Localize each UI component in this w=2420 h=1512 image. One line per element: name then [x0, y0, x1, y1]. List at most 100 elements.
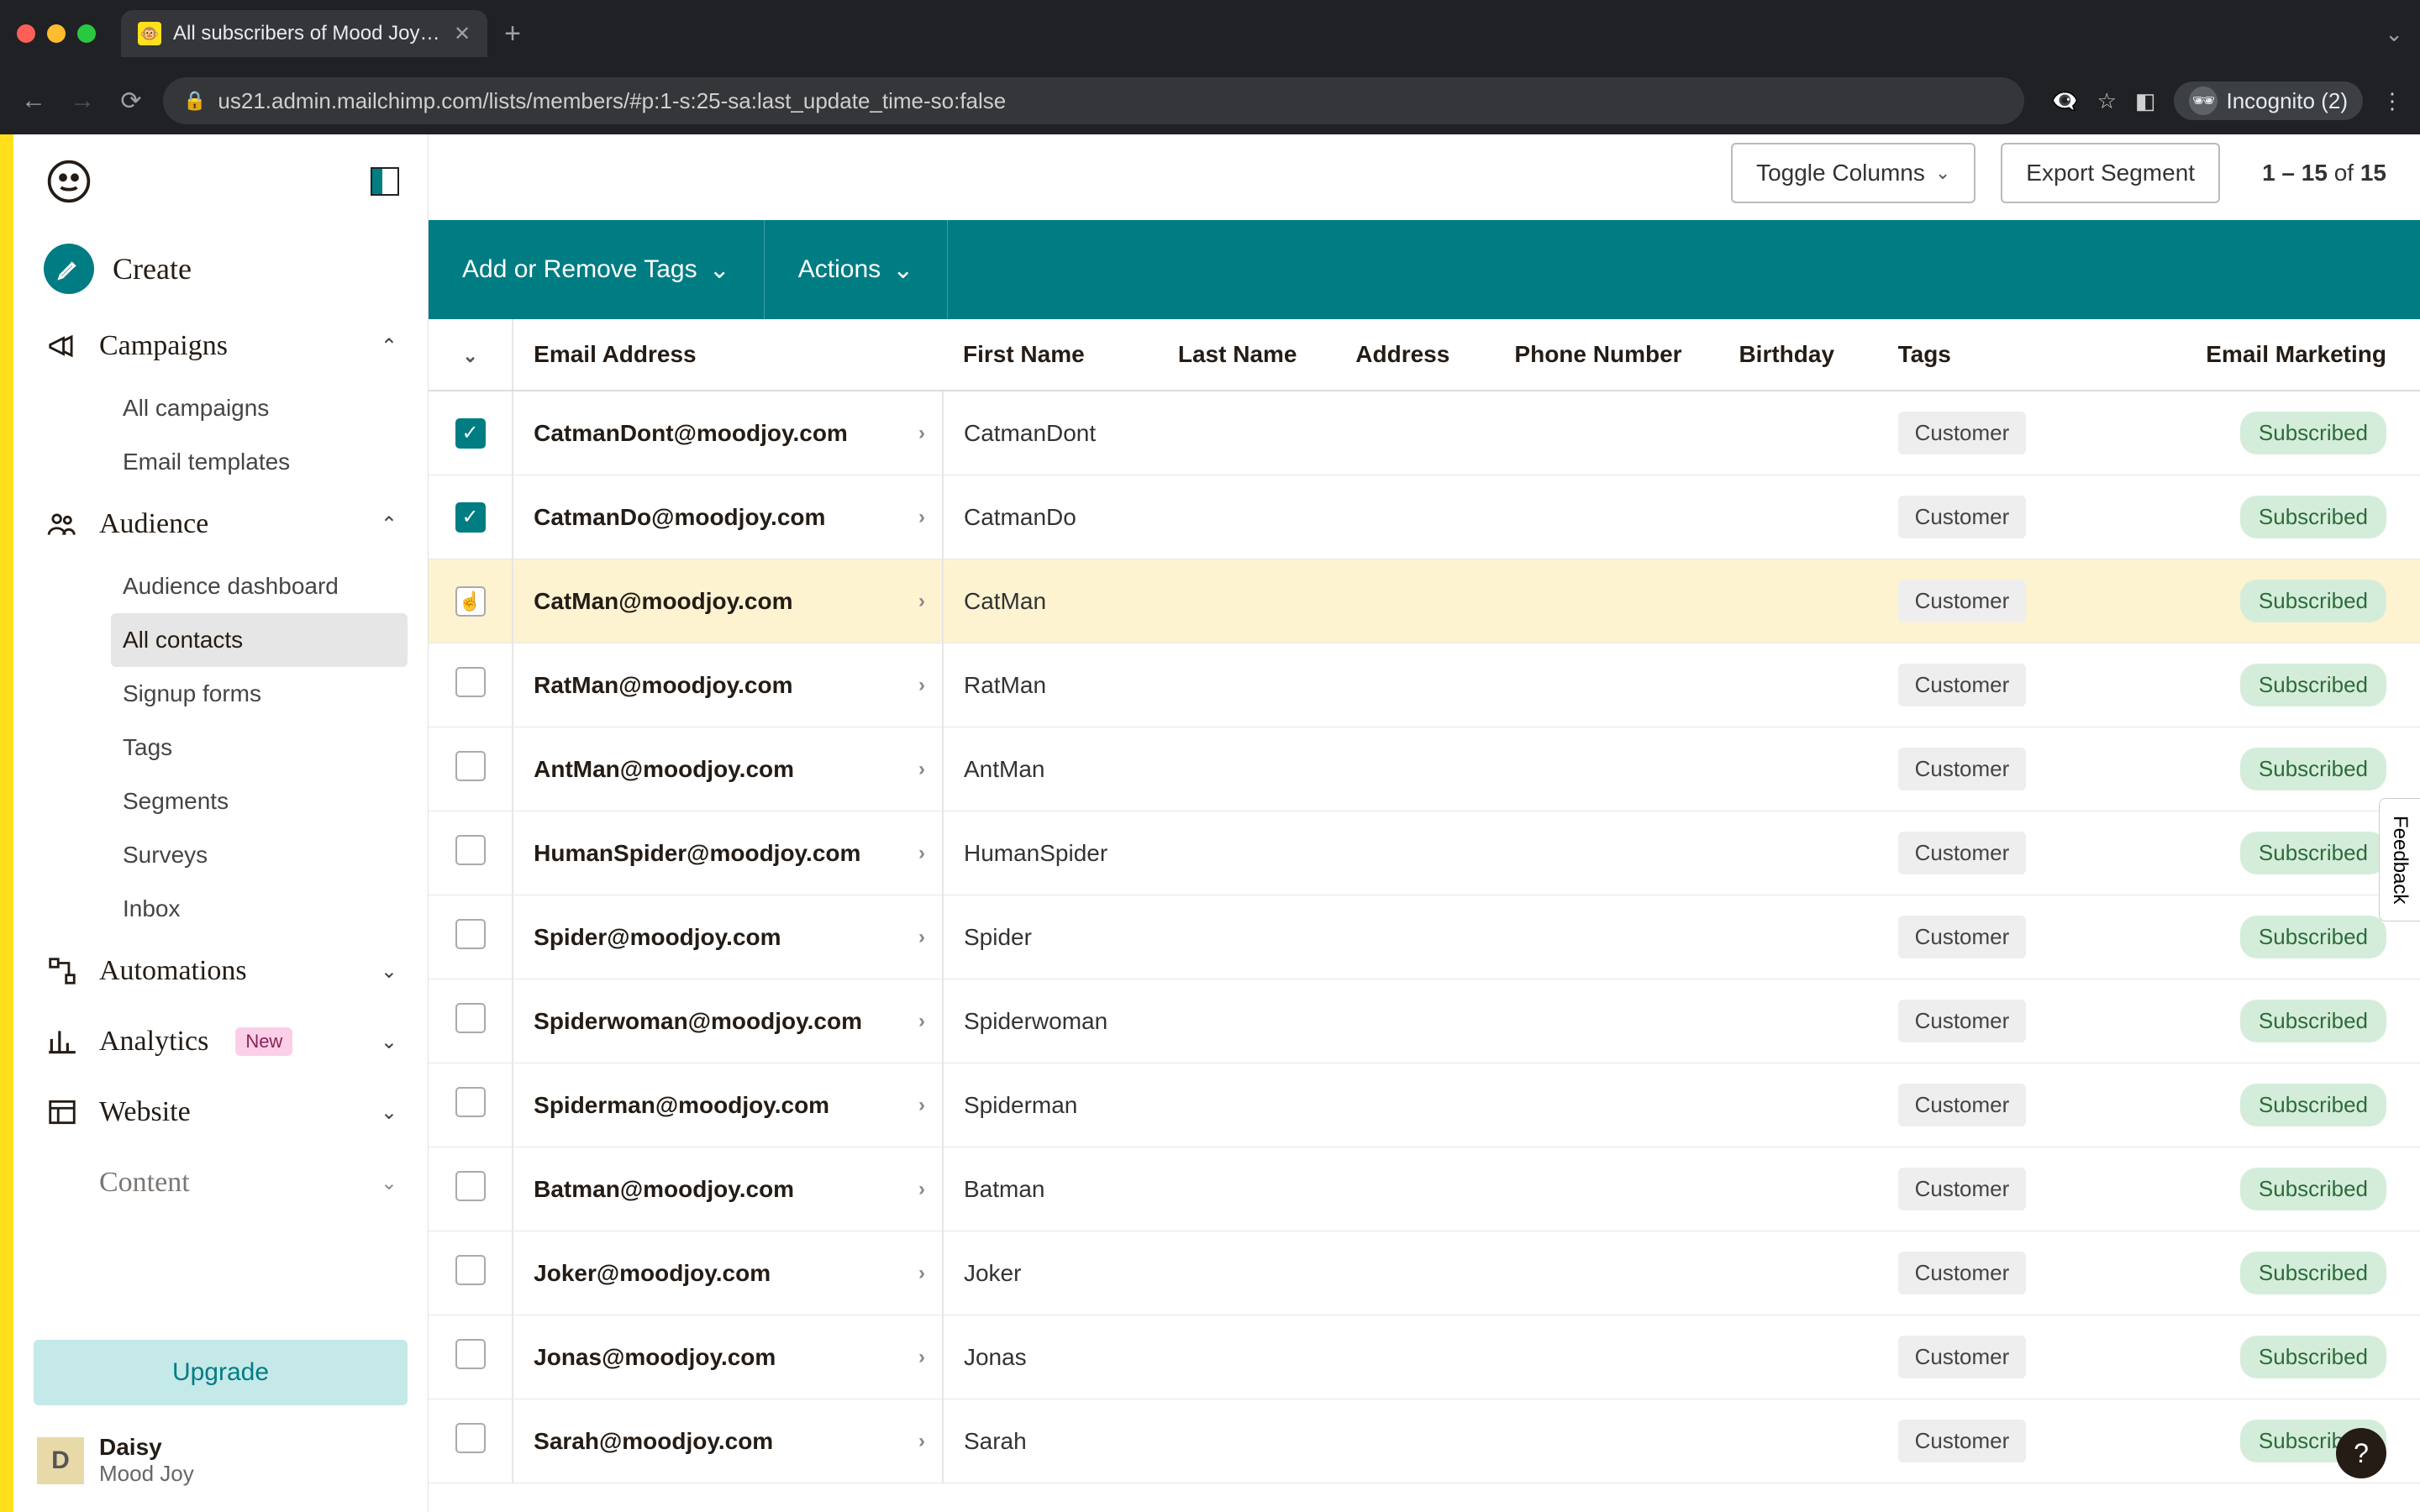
tag-pill[interactable]: Customer — [1898, 832, 2027, 874]
cell-email[interactable]: AntMan@moodjoy.com› — [513, 727, 943, 811]
row-checkbox[interactable] — [455, 919, 486, 949]
kebab-menu-icon[interactable]: ⋮ — [2381, 88, 2403, 114]
subnav-email-templates[interactable]: Email templates — [111, 435, 408, 489]
reload-icon[interactable]: ⟳ — [114, 87, 148, 116]
add-remove-tags-button[interactable]: Add or Remove Tags ⌄ — [429, 220, 765, 319]
table-row[interactable]: Jonas@moodjoy.com›JonasCustomerSubscribe… — [429, 1315, 2420, 1399]
row-checkbox[interactable] — [455, 1423, 486, 1453]
close-tab-icon[interactable]: ✕ — [454, 22, 471, 46]
toggle-columns-button[interactable]: Toggle Columns ⌄ — [1731, 143, 1975, 203]
subnav-all-contacts[interactable]: All contacts — [111, 613, 408, 667]
subnav-segments[interactable]: Segments — [111, 774, 408, 828]
row-checkbox[interactable]: ✓ — [455, 418, 486, 449]
url-field[interactable]: 🔒 us21.admin.mailchimp.com/lists/members… — [163, 77, 2024, 124]
help-button[interactable]: ? — [2336, 1428, 2386, 1478]
cell-email[interactable]: HumanSpider@moodjoy.com› — [513, 811, 943, 895]
col-tags[interactable]: Tags — [1878, 319, 2159, 391]
subnav-all-campaigns[interactable]: All campaigns — [111, 381, 408, 435]
cell-email[interactable]: Jonas@moodjoy.com› — [513, 1315, 943, 1399]
row-checkbox[interactable]: ☝ — [455, 586, 486, 617]
maximize-window-icon[interactable] — [77, 24, 96, 43]
col-last-name[interactable]: Last Name — [1158, 319, 1335, 391]
row-checkbox[interactable] — [455, 1171, 486, 1201]
row-checkbox[interactable] — [455, 1255, 486, 1285]
nav-audience[interactable]: Audience ⌃ — [34, 489, 408, 559]
back-icon[interactable]: ← — [17, 87, 50, 115]
select-all-header[interactable]: ⌄ — [429, 319, 513, 391]
tag-pill[interactable]: Customer — [1898, 1336, 2027, 1378]
subnav-surveys[interactable]: Surveys — [111, 828, 408, 882]
table-row[interactable]: HumanSpider@moodjoy.com›HumanSpiderCusto… — [429, 811, 2420, 895]
row-checkbox[interactable] — [455, 751, 486, 781]
cell-email[interactable]: CatMan@moodjoy.com› — [513, 559, 943, 643]
subnav-tags[interactable]: Tags — [111, 721, 408, 774]
row-checkbox[interactable] — [455, 667, 486, 697]
close-window-icon[interactable] — [17, 24, 35, 43]
tag-pill[interactable]: Customer — [1898, 748, 2027, 790]
table-row[interactable]: Spiderman@moodjoy.com›SpidermanCustomerS… — [429, 1063, 2420, 1147]
col-address[interactable]: Address — [1335, 319, 1494, 391]
tag-pill[interactable]: Customer — [1898, 916, 2027, 958]
tag-pill[interactable]: Customer — [1898, 580, 2027, 622]
subnav-signup-forms[interactable]: Signup forms — [111, 667, 408, 721]
table-row[interactable]: Joker@moodjoy.com›JokerCustomerSubscribe… — [429, 1231, 2420, 1315]
tabs-dropdown-icon[interactable]: ⌄ — [2385, 21, 2403, 47]
table-row[interactable]: Spiderwoman@moodjoy.com›SpiderwomanCusto… — [429, 979, 2420, 1063]
star-icon[interactable]: ☆ — [2097, 88, 2117, 114]
tag-pill[interactable]: Customer — [1898, 664, 2027, 706]
cell-email[interactable]: Spiderman@moodjoy.com› — [513, 1063, 943, 1147]
collapse-sidebar-icon[interactable] — [371, 167, 399, 196]
col-phone[interactable]: Phone Number — [1494, 319, 1718, 391]
table-row[interactable]: AntMan@moodjoy.com›AntManCustomerSubscri… — [429, 727, 2420, 811]
cell-email[interactable]: Batman@moodjoy.com› — [513, 1147, 943, 1231]
cell-email[interactable]: Spiderwoman@moodjoy.com› — [513, 979, 943, 1063]
cell-email[interactable]: RatMan@moodjoy.com› — [513, 643, 943, 727]
forward-icon[interactable]: → — [66, 87, 99, 115]
table-row[interactable]: Spider@moodjoy.com›SpiderCustomerSubscri… — [429, 895, 2420, 979]
col-email-marketing[interactable]: Email Marketing — [2158, 319, 2420, 391]
tag-pill[interactable]: Customer — [1898, 1252, 2027, 1294]
table-row[interactable]: Batman@moodjoy.com›BatmanCustomerSubscri… — [429, 1147, 2420, 1231]
cell-email[interactable]: Joker@moodjoy.com› — [513, 1231, 943, 1315]
table-row[interactable]: RatMan@moodjoy.com›RatManCustomerSubscri… — [429, 643, 2420, 727]
create-button[interactable]: Create — [34, 227, 408, 311]
table-row[interactable]: ✓CatmanDont@moodjoy.com›CatmanDontCustom… — [429, 391, 2420, 475]
nav-analytics[interactable]: Analytics New ⌄ — [34, 1006, 408, 1077]
nav-automations[interactable]: Automations ⌄ — [34, 936, 408, 1006]
mailchimp-logo-icon[interactable] — [42, 155, 96, 208]
tag-pill[interactable]: Customer — [1898, 1084, 2027, 1126]
col-birthday[interactable]: Birthday — [1718, 319, 1877, 391]
cell-email[interactable]: CatmanDo@moodjoy.com› — [513, 475, 943, 559]
tag-pill[interactable]: Customer — [1898, 1168, 2027, 1210]
tag-pill[interactable]: Customer — [1898, 1420, 2027, 1462]
tag-pill[interactable]: Customer — [1898, 496, 2027, 538]
upgrade-button[interactable]: Upgrade — [34, 1340, 408, 1405]
subnav-audience-dashboard[interactable]: Audience dashboard — [111, 559, 408, 613]
feedback-tab[interactable]: Feedback — [2379, 798, 2420, 921]
browser-tab[interactable]: 🐵 All subscribers of Mood Joy | M ✕ — [121, 10, 487, 57]
tag-pill[interactable]: Customer — [1898, 1000, 2027, 1042]
row-checkbox[interactable] — [455, 835, 486, 865]
table-row[interactable]: ☝CatMan@moodjoy.com›CatManCustomerSubscr… — [429, 559, 2420, 643]
incognito-badge[interactable]: 🕶 Incognito (2) — [2174, 81, 2363, 120]
panel-icon[interactable]: ◧ — [2135, 88, 2156, 114]
cell-email[interactable]: CatmanDont@moodjoy.com› — [513, 391, 943, 475]
row-checkbox[interactable]: ✓ — [455, 502, 486, 533]
row-checkbox[interactable] — [455, 1339, 486, 1369]
row-checkbox[interactable] — [455, 1003, 486, 1033]
subnav-inbox[interactable]: Inbox — [111, 882, 408, 936]
nav-campaigns[interactable]: Campaigns ⌃ — [34, 311, 408, 381]
actions-button[interactable]: Actions ⌄ — [765, 220, 949, 319]
col-email[interactable]: Email Address — [513, 319, 943, 391]
row-checkbox[interactable] — [455, 1087, 486, 1117]
table-row[interactable]: Sarah@moodjoy.com›SarahCustomerSubscribe… — [429, 1399, 2420, 1483]
nav-website[interactable]: Website ⌄ — [34, 1077, 408, 1147]
cell-email[interactable]: Spider@moodjoy.com› — [513, 895, 943, 979]
user-menu[interactable]: D Daisy Mood Joy — [34, 1425, 408, 1495]
export-segment-button[interactable]: Export Segment — [2001, 143, 2220, 203]
table-row[interactable]: ✓CatmanDo@moodjoy.com›CatmanDoCustomerSu… — [429, 475, 2420, 559]
col-first-name[interactable]: First Name — [943, 319, 1158, 391]
cell-email[interactable]: Sarah@moodjoy.com› — [513, 1399, 943, 1483]
new-tab-button[interactable]: + — [504, 18, 521, 50]
nav-content[interactable]: Content ⌄ — [34, 1147, 408, 1201]
